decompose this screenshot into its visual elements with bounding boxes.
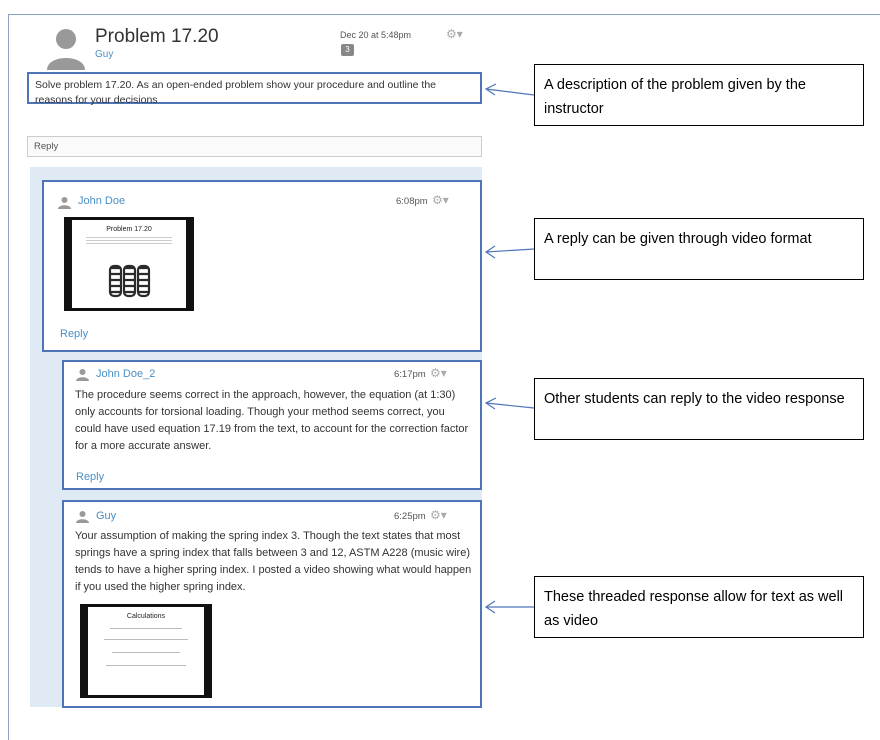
callout-arrows — [484, 83, 535, 614]
arrow-2 — [485, 248, 535, 253]
